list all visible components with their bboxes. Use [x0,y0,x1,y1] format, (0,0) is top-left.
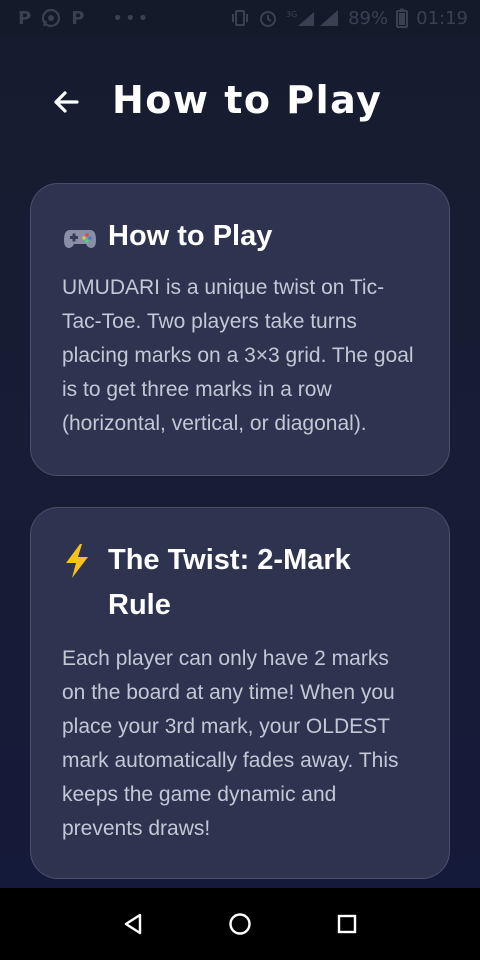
home-circle-icon [229,913,251,935]
card-body: Each player can only have 2 marks on the… [62,647,399,840]
status-right: 3G 89% 01:19 [230,8,480,29]
gamepad-icon [62,214,100,259]
recents-square-icon [337,914,356,934]
card-title: How to Play [62,214,417,259]
p-icon: P [71,7,85,29]
arrow-left-icon [54,91,79,113]
back-triangle-icon [125,913,142,935]
signal-icon: 3G [286,8,340,28]
vibrate-icon [230,8,250,28]
more-notifications-icon: ••• [112,7,151,29]
card-title-text: How to Play [108,220,273,252]
card-body: UMUDARI is a unique twist on Tic-Tac-Toe… [62,276,414,435]
nav-back-button[interactable] [113,904,153,944]
lightning-icon [62,538,100,583]
page-title: How to Play [112,78,383,122]
status-left: P P ••• [0,8,150,29]
system-nav-bar [0,888,480,960]
screen: P P ••• 3G 89% 01:19 How to Play How to … [0,0,480,960]
battery-percent: 89% [348,7,389,29]
status-bar: P P ••• 3G 89% 01:19 [0,0,480,36]
header: How to Play [0,36,480,164]
network-label: 3G [286,10,297,19]
p-icon: P [18,7,32,29]
whatsapp-icon [41,8,61,28]
card-title: The Twist: 2-Mark Rule [62,538,417,628]
twist-rule-card: The Twist: 2-Mark Rule Each player can o… [30,507,450,879]
nav-recents-button[interactable] [327,904,367,944]
back-button[interactable] [50,86,82,118]
battery-icon [396,8,409,28]
status-time: 01:19 [416,7,468,29]
nav-home-button[interactable] [220,904,260,944]
alarm-icon [258,8,278,28]
how-to-play-card: How to Play UMUDARI is a unique twist on… [30,183,450,476]
card-title-text: The Twist: 2-Mark Rule [108,544,351,621]
